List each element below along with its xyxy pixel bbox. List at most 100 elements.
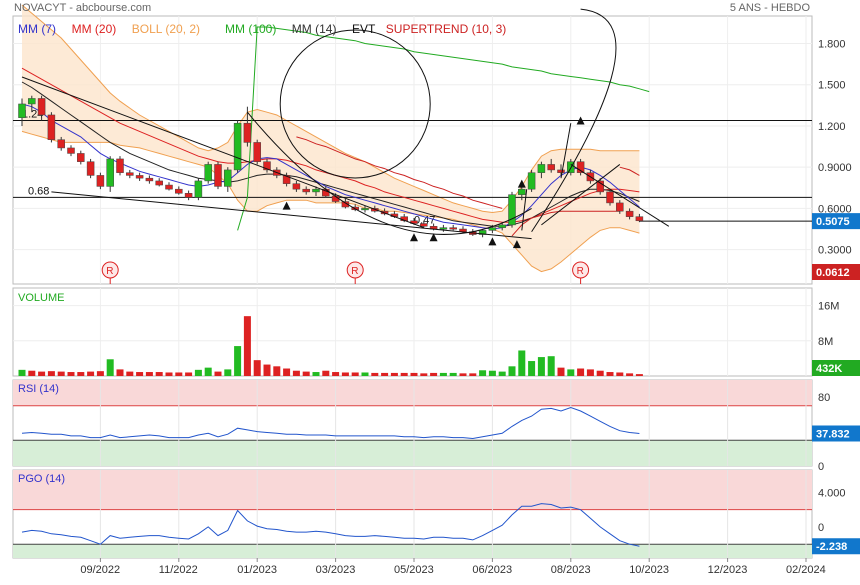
volume-bar bbox=[96, 371, 104, 376]
price-y-tick-label: 1.800 bbox=[818, 38, 846, 50]
volume-bar bbox=[606, 372, 614, 376]
r-badge-label: R bbox=[106, 266, 113, 277]
volume-bar bbox=[194, 369, 202, 376]
volume-bar bbox=[557, 367, 565, 376]
price-y-tick-label: 1.200 bbox=[818, 121, 846, 133]
candle-body bbox=[488, 227, 497, 231]
volume-bar bbox=[420, 373, 428, 376]
volume-bar bbox=[165, 372, 173, 376]
candle-body bbox=[57, 139, 65, 149]
volume-bar bbox=[410, 372, 418, 376]
candle-body bbox=[233, 122, 242, 171]
volume-bar bbox=[322, 370, 330, 376]
volume-bar bbox=[224, 369, 232, 376]
candle-body bbox=[557, 169, 565, 173]
candle-body bbox=[204, 164, 212, 182]
candle-body bbox=[135, 175, 144, 179]
candle-body bbox=[439, 227, 448, 230]
rsi-last-badge: 37.832 bbox=[816, 428, 850, 440]
candle-body bbox=[126, 172, 134, 176]
pgo-high-zone bbox=[13, 470, 812, 510]
legend-item: BOLL (20, 2) bbox=[132, 22, 200, 36]
volume-bar bbox=[449, 372, 457, 376]
volume-bar bbox=[498, 371, 506, 376]
volume-bar bbox=[214, 371, 222, 376]
candle-body bbox=[518, 188, 526, 195]
volume-y-tick-label: 8M bbox=[818, 336, 833, 348]
candle-body bbox=[547, 164, 555, 171]
candle-body bbox=[498, 224, 506, 228]
r-badge-label: R bbox=[577, 266, 584, 277]
volume-bar bbox=[302, 371, 310, 376]
volume-bar bbox=[155, 372, 163, 376]
rsi-y-tick-label: 0 bbox=[818, 461, 824, 473]
volume-bar bbox=[518, 350, 526, 376]
candle-body bbox=[67, 147, 75, 154]
x-tick-label: 03/2023 bbox=[316, 564, 356, 576]
chart-root: NOVACYT - abcbourse.com 5 ANS - HEBDO 0.… bbox=[0, 0, 860, 580]
volume-bar bbox=[469, 373, 477, 376]
chart-title: NOVACYT - abcbourse.com bbox=[14, 2, 152, 14]
x-tick-label: 10/2023 bbox=[629, 564, 669, 576]
pgo-last-badge: -2.238 bbox=[816, 541, 847, 553]
rsi-oversold-zone bbox=[13, 440, 812, 466]
x-tick-label: 08/2023 bbox=[551, 564, 591, 576]
price-y-tick-label: 0.3000 bbox=[818, 245, 852, 257]
candle-body bbox=[361, 208, 369, 211]
x-tick-label: 05/2023 bbox=[394, 564, 434, 576]
volume-bar bbox=[479, 370, 487, 376]
candle-body bbox=[18, 103, 26, 118]
volume-bar bbox=[204, 367, 212, 376]
volume-bar bbox=[547, 356, 555, 376]
volume-bar bbox=[577, 368, 585, 376]
candle-body bbox=[253, 142, 261, 162]
candle-body bbox=[96, 175, 105, 187]
x-tick-label: 02/2024 bbox=[786, 564, 826, 576]
legend-item: SUPERTREND (10, 3) bbox=[386, 22, 506, 36]
volume-bar bbox=[67, 372, 75, 376]
candle-body bbox=[175, 188, 183, 194]
candle-body bbox=[155, 180, 163, 186]
volume-bar bbox=[371, 372, 379, 376]
volume-bar bbox=[18, 369, 26, 376]
rsi-y-tick-label: 80 bbox=[818, 392, 830, 404]
volume-bar bbox=[253, 360, 261, 376]
volume-bar bbox=[126, 371, 134, 376]
volume-bar bbox=[185, 372, 193, 376]
volume-panel-frame bbox=[12, 287, 813, 377]
volume-bar bbox=[273, 366, 281, 376]
legend-item: MM (7) bbox=[18, 22, 56, 36]
legend-item: MM (14) bbox=[292, 22, 337, 36]
volume-bar bbox=[439, 372, 447, 376]
volume-bar bbox=[616, 372, 624, 376]
x-tick-label: 11/2022 bbox=[159, 564, 198, 576]
stock-chart-svg: 0.30000.60000.90001.2001.5001.8001.240.6… bbox=[12, 4, 860, 576]
volume-bar bbox=[351, 372, 359, 376]
volume-bar bbox=[312, 372, 320, 376]
rsi-last-badge-group: 37.832 bbox=[812, 425, 860, 442]
volume-bar bbox=[38, 371, 46, 376]
volume-bar bbox=[57, 371, 65, 376]
pgo-title: PGO (14) bbox=[18, 473, 65, 485]
candle-body bbox=[37, 98, 46, 116]
price-y-tick-label: 0.9000 bbox=[818, 162, 852, 174]
volume-bar bbox=[292, 370, 300, 376]
volume-bar bbox=[145, 372, 153, 376]
volume-last-badge-group: 432K bbox=[812, 360, 860, 376]
candle-body bbox=[292, 183, 301, 190]
candle-body bbox=[47, 114, 56, 140]
chart-period: 5 ANS - HEBDO bbox=[729, 2, 810, 14]
candle-body bbox=[420, 223, 428, 227]
candle-body bbox=[449, 227, 457, 230]
x-tick-label: 01/2023 bbox=[237, 564, 277, 576]
x-tick-label: 06/2023 bbox=[472, 564, 512, 576]
pgo-y-tick-label: 0 bbox=[818, 522, 824, 534]
volume-bar bbox=[47, 371, 55, 376]
candle-body bbox=[106, 158, 114, 187]
volume-bar bbox=[243, 316, 251, 376]
volume-bar bbox=[508, 366, 516, 376]
candle-body bbox=[184, 193, 193, 198]
candle-body bbox=[194, 180, 203, 198]
volume-y-tick-label: 16M bbox=[818, 301, 839, 313]
candle-body bbox=[116, 158, 124, 173]
